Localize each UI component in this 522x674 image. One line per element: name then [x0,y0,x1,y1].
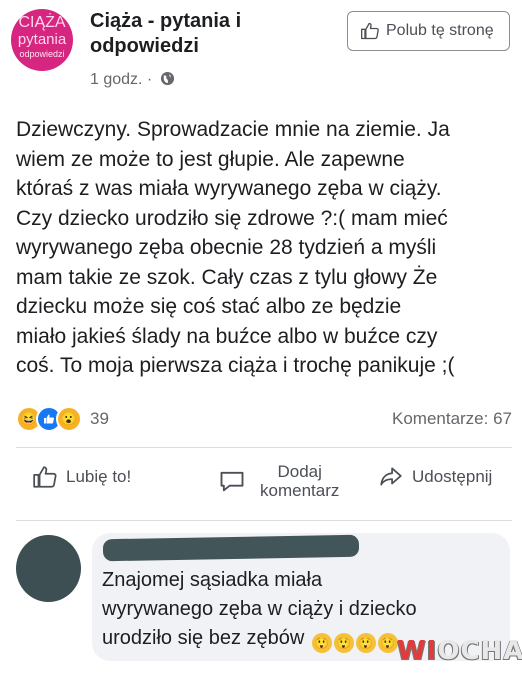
comment-line: Znajomej sąsiadka miała [102,569,323,591]
page-name-link[interactable]: Ciąża - pytania i odpowiedzi [90,9,310,59]
comment-label-line-2: komentarz [260,481,340,500]
comment-line: urodziło się bez zębów [102,627,305,649]
comment-bubble-icon [220,471,244,492]
post-line: Dziewczyny. Sprowadzacie mnie na ziemie.… [16,118,450,141]
post-line: coś. To moja pierwsza ciąża i trochę pan… [16,354,455,377]
like-button[interactable]: Lubię to! [32,464,131,490]
astonished-face-icon: 😲 [377,633,398,653]
logo-line-2: pytania [17,31,67,48]
post-line: Czy dziecko urodziło się zdrowe ?:( mam … [16,206,448,230]
astonished-face-icon: 😲 [333,633,354,653]
logo-line-3: odpowiedzi [19,49,65,59]
globe-icon [160,71,175,91]
page-avatar[interactable]: CIĄŻA pytania odpowiedzi [11,9,73,71]
wow-reaction-icon: 😮 [56,406,82,432]
post-line: dziecku może się coś stać albo ze będzie [16,295,402,318]
comment-button[interactable]: Dodaj komentarz [218,462,339,500]
share-button[interactable]: Udostępnij [378,464,492,490]
logo-line-1: CIĄŻA [18,14,66,31]
post-line: wiem ze może to jest głupie. Ale zapewne [16,147,405,171]
thumbs-up-icon [361,22,379,40]
page-name-line-1: Ciąża - pytania i [90,10,242,32]
post-time: 1 godz. · [90,71,153,88]
divider [16,520,512,521]
page-name-line-2: odpowiedzi [90,35,199,57]
astonished-face-icon: 😲 [311,633,332,653]
astonished-face-icon: 😲 [355,633,376,653]
like-label: Lubię to! [66,467,132,486]
thumbs-up-icon [33,466,57,488]
reaction-count: 39 [90,409,109,428]
post-line: wyrywanego zęba obecnie 28 tydzień a myś… [16,236,437,259]
like-page-button[interactable]: Polub tę stronę [347,11,510,51]
post-line: któraś z was miała wyrywanego zęba w cią… [16,177,442,200]
like-page-label: Polub tę stronę [386,22,494,39]
comment-line: wyrywanego zęba w ciąży i dziecko [102,598,417,620]
share-label: Udostępnij [412,467,493,486]
watermark-part-2: OCHA [437,636,522,666]
comment-label-line-1: Dodaj [277,462,322,481]
commenter-avatar[interactable] [16,535,81,602]
watermark-logo: WIOCHA [397,636,522,666]
commenter-name-redacted [102,534,360,562]
watermark-part-1: WI [397,636,438,666]
post-line: miało jakieś ślady na buźce albo w buźce… [16,324,438,348]
divider [16,447,512,448]
post-timestamp[interactable]: 1 godz. · [90,71,175,91]
share-arrow-icon [380,467,402,486]
post-text: Dziewczyny. Sprowadzacie mnie na ziemie.… [16,115,511,381]
comments-count-link[interactable]: Komentarze: 67 [392,409,512,429]
post-line: mam takie ze szok. Cały czas z tylu głow… [16,265,438,289]
reactions-summary[interactable]: 😆 😮 39 [16,406,109,432]
